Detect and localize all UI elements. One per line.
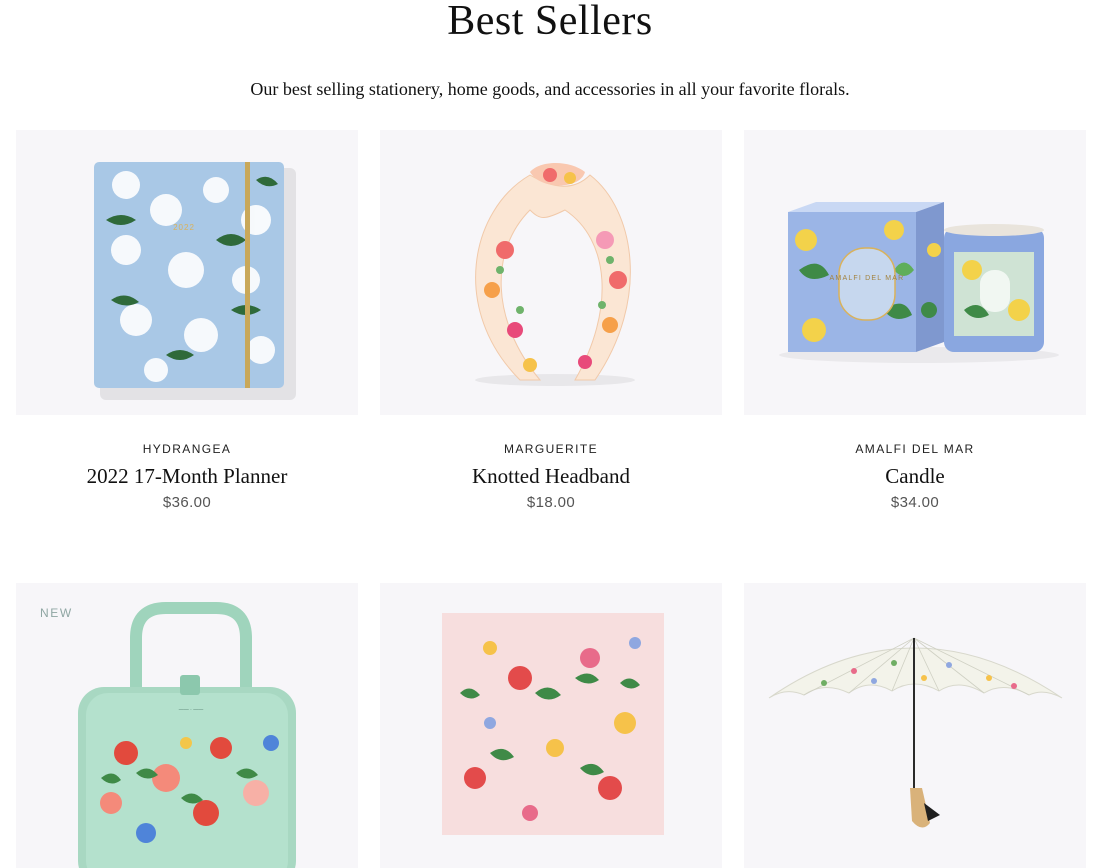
product-name[interactable]: Candle	[744, 463, 1086, 489]
product-image-scarf[interactable]	[380, 583, 722, 868]
product-image-umbrella[interactable]	[744, 583, 1086, 868]
new-badge: NEW	[40, 606, 73, 620]
product-price: $36.00	[162, 494, 212, 511]
product-card-bag[interactable]: NEW —— · ——	[16, 583, 358, 868]
scarf-illustration	[442, 613, 664, 835]
product-collection: AMALFI DEL MAR	[855, 442, 975, 456]
product-price: $34.00	[890, 494, 940, 511]
product-name[interactable]: Knotted Headband	[380, 463, 722, 489]
product-image-planner[interactable]: 2022	[16, 130, 358, 415]
product-card-planner[interactable]: 2022 HYDRANGEA 2022 17-Month Planner $36…	[16, 130, 358, 511]
product-card-candle[interactable]: AMALFI DEL MAR AMALFI DEL MAR Candle $34…	[744, 130, 1086, 511]
product-card-umbrella[interactable]	[744, 583, 1086, 868]
product-price: $18.00	[526, 494, 576, 511]
candle-illustration: AMALFI DEL MAR	[779, 202, 1059, 363]
headband-illustration	[475, 163, 635, 386]
product-collection: HYDRANGEA	[142, 442, 232, 456]
bag-illustration: —— · ——	[78, 602, 296, 868]
svg-text:—— · ——: —— · ——	[179, 707, 203, 713]
page-subtitle: Our best selling stationery, home goods,…	[250, 79, 850, 99]
product-image-candle[interactable]: AMALFI DEL MAR	[744, 130, 1086, 415]
product-name[interactable]: 2022 17-Month Planner	[16, 463, 358, 489]
product-image-headband[interactable]	[380, 130, 722, 415]
product-image-bag[interactable]: NEW —— · ——	[16, 583, 358, 868]
umbrella-illustration	[768, 637, 1063, 828]
planner-cover-year: 2022	[173, 223, 195, 232]
product-card-scarf[interactable]	[380, 583, 722, 868]
planner-illustration: 2022	[94, 162, 296, 400]
product-collection: MARGUERITE	[503, 442, 598, 456]
candle-box-label: AMALFI DEL MAR	[830, 275, 905, 282]
product-card-headband[interactable]: MARGUERITE Knotted Headband $18.00	[380, 130, 722, 511]
page-title: Best Sellers	[447, 0, 653, 44]
